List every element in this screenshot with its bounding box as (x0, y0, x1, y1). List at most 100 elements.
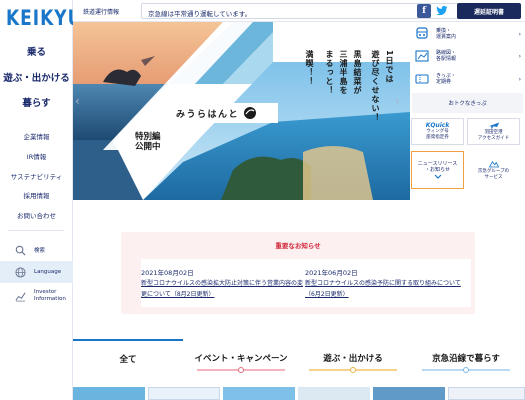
content-card-3[interactable] (223, 387, 295, 400)
nav-sustainability[interactable]: サステナビリティ (0, 171, 73, 181)
hero-copy-line3: 黒島結菜が (353, 50, 362, 95)
hero-copy-line5: まるっと！ (325, 50, 334, 95)
hero-carousel[interactable]: ‹ › 1日では 遊び尽くせない！ 黒島結菜が 三浦半島を まるっと！ 満喫！！… (73, 22, 410, 200)
hero-badge-line1: 特別編 (135, 132, 161, 142)
search-label: 検索 (34, 248, 46, 254)
hero-tagline-text: みうらはんと (176, 109, 240, 120)
nav-corporate[interactable]: 企業情報 (0, 131, 73, 141)
discount-tickets-label: おトクなきっぷ (448, 101, 487, 107)
notice-item[interactable]: 2021年08月02日 新型コロナウイルスの感染拡大防止対策に伴う営業内容の変更… (141, 259, 307, 307)
notice-item[interactable]: 2021年06月02日 新型コロナウイルスの感染予防に関する取り組みについて（6… (305, 259, 471, 307)
hero-copy-line4: 三浦半島を (339, 50, 348, 95)
group-services-icon (488, 161, 499, 168)
content-card-5[interactable] (373, 387, 445, 400)
ticket-label: きっぷ・ 定期券 (436, 73, 456, 86)
tab-outing-label: 遊ぶ・出かける (323, 354, 383, 364)
content-card-2[interactable] (148, 387, 220, 400)
facebook-icon[interactable]: f (417, 4, 431, 18)
group-tile-line2: サービス (484, 175, 503, 180)
chart-icon (14, 290, 26, 302)
route-map-icon (412, 46, 432, 66)
sidebar-divider (8, 230, 64, 231)
notice-text: 新型コロナウイルスの感染予防に関する取り組みについて（6月2日更新） (305, 280, 461, 298)
sidebar: KEIKYU 乗る 遊ぶ・出かける 暮らす 企業情報 IR情報 サステナビリティ… (0, 0, 81, 400)
nav-ir[interactable]: IR情報 (0, 151, 73, 161)
nav-contact[interactable]: お問い合わせ (0, 210, 73, 220)
investor-info-button[interactable]: Investor Information (0, 284, 73, 308)
transfer-fare-line1: 乗換・ (436, 27, 452, 34)
hero-badge-line2: 公開中 (135, 142, 161, 152)
tab-all-label: 全て (119, 355, 137, 365)
notice-title: 重要なお知らせ (275, 242, 321, 250)
ticket-link[interactable]: きっぷ・ 定期券 › (412, 69, 523, 89)
search-button[interactable]: 検索 (0, 239, 73, 261)
wing-tile-line2: 座席指定券 (426, 134, 449, 140)
tab-events[interactable]: イベント・キャンペーン (185, 339, 297, 377)
tab-outing[interactable]: 遊ぶ・出かける (301, 339, 405, 377)
category-tabs: 全て イベント・キャンペーン 遊ぶ・出かける 京急沿線で暮らす (73, 339, 525, 379)
route-map-link[interactable]: 路線図・ 各駅情報 › (412, 46, 523, 66)
operation-status-text: 京急線は平常通り運転しています。 (148, 10, 252, 18)
hero-copy-line6: 満喫！！ (305, 50, 314, 86)
haneda-tile-line2: アクセスガイド (477, 136, 510, 141)
chevron-right-icon: › (518, 30, 521, 38)
tab-living-label: 京急沿線で暮らす (432, 354, 500, 364)
twitter-icon[interactable] (435, 4, 449, 18)
delay-certificate-button[interactable]: 遅延証明書 (457, 3, 521, 19)
carousel-prev-icon[interactable]: ‹ (75, 94, 80, 108)
nav-living[interactable]: 暮らす (0, 95, 73, 109)
notice-date: 2021年06月02日 (305, 269, 358, 277)
train-icon (412, 24, 432, 44)
tab-all[interactable]: 全て (73, 339, 183, 377)
tab-outing-dot (350, 367, 356, 373)
ticket-line1: きっぷ・ (436, 72, 456, 79)
ticket-line2: 定期券 (436, 79, 452, 85)
tab-living[interactable]: 京急沿線で暮らす (409, 339, 523, 377)
investor-info-label: Investor Information (34, 289, 66, 303)
language-button[interactable]: Language (0, 261, 73, 283)
carousel-next-icon[interactable]: › (395, 94, 400, 108)
hero-copy-line2: 遊び尽くせない！ (371, 50, 380, 122)
search-icon (14, 244, 26, 256)
globe-icon (14, 266, 26, 278)
tab-living-dot (463, 367, 469, 373)
railway-operation-label: 鉄道運行情報 (83, 9, 120, 16)
airplane-icon (488, 122, 499, 130)
notice-date: 2021年08月02日 (141, 269, 194, 277)
wing-reserved-seat-tile[interactable]: KQuick ウィング号 座席指定券 (411, 118, 464, 145)
nav-ride[interactable]: 乗る (0, 44, 73, 58)
important-notice: 重要なお知らせ 2021年08月02日 新型コロナウイルスの感染拡大防止対策に伴… (121, 232, 475, 314)
investor-label-line2: Information (34, 296, 66, 302)
top-bar: 鉄道運行情報 京急線は平常通り運転しています。 f 遅延証明書 (73, 0, 525, 22)
transfer-fare-line2: 運賃案内 (436, 34, 457, 40)
tab-events-dot (238, 367, 244, 373)
route-map-line2: 各駅情報 (436, 56, 457, 62)
content-card-6[interactable] (448, 387, 525, 400)
hero-logo-mark-icon (244, 107, 257, 119)
keikyu-logo[interactable]: KEIKYU (6, 6, 82, 31)
transfer-fare-link[interactable]: 乗換・ 運賃案内 › (412, 24, 523, 44)
chevron-right-icon: › (518, 52, 521, 60)
hero-badge: 特別編 公開中 (135, 132, 161, 152)
content-card-4[interactable] (298, 387, 370, 400)
content-card-1[interactable] (73, 387, 145, 400)
ticket-icon (412, 69, 432, 89)
group-services-tile[interactable]: 京急グループの サービス (467, 151, 520, 189)
investor-label-line1: Investor (34, 289, 57, 295)
hero-tagline: みうらはんと (176, 103, 278, 123)
tab-events-label: イベント・キャンペーン (194, 354, 288, 364)
route-map-line1: 路線図・ (436, 49, 457, 56)
notice-text: 新型コロナウイルスの感染拡大防止対策に伴う営業内容の変更について（8月2日更新） (141, 280, 304, 298)
haneda-access-tile[interactable]: 羽田空港 アクセスガイド (467, 118, 520, 145)
hero-copy-line1: 1日では (385, 50, 394, 84)
chevron-right-icon: › (518, 75, 521, 83)
news-release-tile[interactable]: ニュースリリース ・お知らせ (411, 151, 464, 189)
chevron-down-icon (434, 174, 441, 179)
nav-play-outing[interactable]: 遊ぶ・出かける (0, 70, 73, 84)
operation-status-box[interactable]: 京急線は平常通り運転しています。 (141, 3, 484, 19)
transfer-fare-label: 乗換・ 運賃案内 (436, 28, 456, 41)
route-map-label: 路線図・ 各駅情報 (436, 50, 456, 63)
nav-recruit[interactable]: 採用情報 (0, 190, 73, 200)
language-label: Language (34, 269, 62, 275)
discount-tickets-button[interactable]: おトクなきっぷ (412, 93, 523, 113)
